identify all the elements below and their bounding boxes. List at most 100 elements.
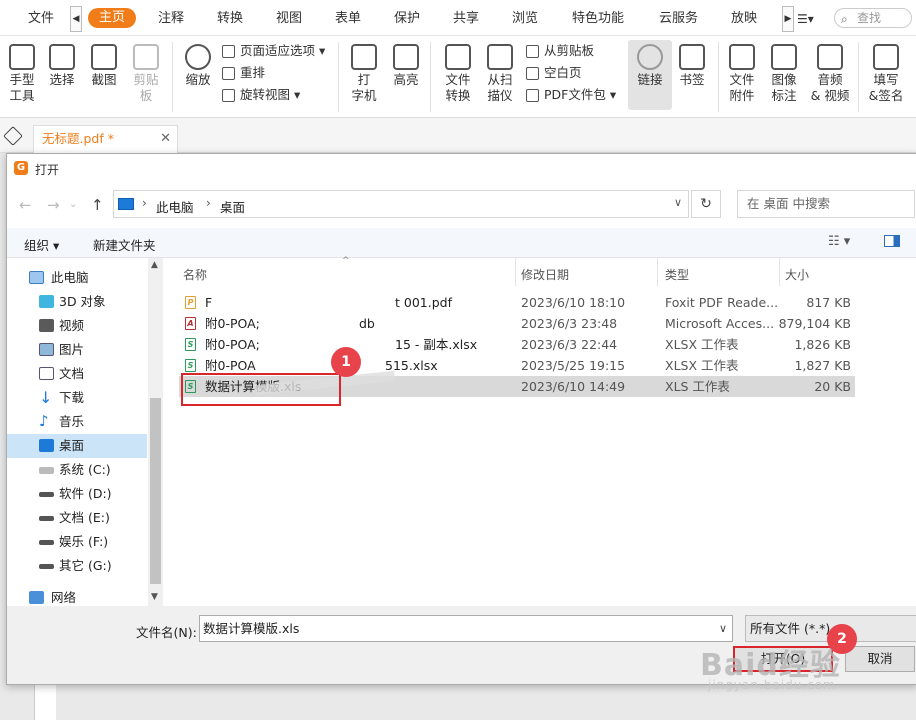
file-attach-button[interactable]: 文件 附件: [720, 44, 764, 104]
scroll-down-icon[interactable]: ▼: [151, 592, 158, 602]
edit-icon[interactable]: [3, 126, 23, 146]
breadcrumb-desktop[interactable]: 桌面: [220, 197, 245, 216]
tab-convert[interactable]: 转换: [217, 9, 243, 29]
scanner-icon: [487, 44, 513, 70]
tab-annotate[interactable]: 注释: [158, 9, 184, 29]
recent-dropdown-icon[interactable]: ⌄: [69, 199, 77, 210]
chevron-right-icon[interactable]: ›: [142, 196, 147, 210]
column-header-size[interactable]: 大小: [785, 266, 809, 283]
file-date: 2023/5/25 19:15: [521, 358, 626, 373]
computer-icon: [118, 198, 134, 210]
tab-cloud[interactable]: 云服务: [659, 9, 698, 29]
tree-item-drive-f[interactable]: 娱乐 (F:): [7, 530, 147, 554]
tab-file[interactable]: 文件: [28, 9, 54, 29]
tree-item-drive-c[interactable]: 系统 (C:): [7, 458, 147, 482]
navigation-tree: 此电脑 3D 对象 视频 图片 文档 ↓ 下载 ♪ 音乐 桌面 系统 (C:) 软件…: [7, 258, 163, 606]
breadcrumb-this-pc[interactable]: 此电脑: [156, 197, 194, 216]
tabs-scroll-right-button[interactable]: ▶: [782, 6, 794, 32]
tab-features[interactable]: 特色功能: [572, 9, 624, 29]
tab-slideshow[interactable]: 放映: [731, 9, 757, 29]
tree-item-desktop[interactable]: 桌面: [7, 434, 147, 458]
column-divider[interactable]: [515, 258, 516, 286]
column-header-name[interactable]: 名称: [183, 266, 207, 283]
highlight-button[interactable]: 高亮: [384, 44, 428, 88]
file-type: XLSX 工作表: [665, 358, 739, 373]
dialog-search-input[interactable]: 在 桌面 中搜索: [737, 190, 915, 218]
file-type: Microsoft Acces...: [665, 316, 775, 331]
tree-scrollbar[interactable]: ▲ ▼: [148, 258, 163, 606]
media-icon: [817, 44, 843, 70]
tree-item-music[interactable]: ♪ 音乐: [7, 410, 147, 434]
fill-sign-button[interactable]: 填写 &签名: [862, 44, 910, 104]
reflow-button[interactable]: 重排: [220, 64, 265, 82]
refresh-button[interactable]: ↻: [691, 190, 721, 218]
tree-item-videos[interactable]: 视频: [7, 314, 147, 338]
column-divider[interactable]: [657, 258, 658, 286]
scrollbar-thumb[interactable]: [150, 398, 161, 584]
filename-input[interactable]: 数据计算模版.xls ∨: [199, 615, 733, 642]
chevron-right-icon[interactable]: ›: [206, 196, 211, 210]
tab-view[interactable]: 视图: [276, 9, 302, 29]
annotation-step-marker: 1: [331, 347, 361, 377]
back-arrow-icon[interactable]: ←: [19, 196, 32, 214]
hand-tool-button[interactable]: 手型 工具: [0, 44, 44, 104]
dialog-toolbar: 组织 ▾ 新建文件夹 ☷ ▾: [7, 228, 916, 258]
column-header-type[interactable]: 类型: [665, 266, 689, 283]
tree-item-drive-g[interactable]: 其它 (G:): [7, 554, 147, 578]
rotate-view-button[interactable]: 旋转视图 ▾: [220, 86, 300, 104]
search-options-icon[interactable]: ☰▾: [797, 9, 814, 29]
music-icon: ♪: [39, 412, 49, 430]
preview-pane-icon[interactable]: [884, 235, 900, 247]
organize-button[interactable]: 组织 ▾: [24, 235, 59, 254]
tab-share[interactable]: 共享: [453, 9, 479, 29]
image-annotation-button[interactable]: 图像 标注: [762, 44, 806, 104]
document-tab[interactable]: 无标题.pdf * ✕: [33, 125, 178, 153]
tab-protect[interactable]: 保护: [394, 9, 420, 29]
file-row[interactable]: S 附0-POA; 15 - 副本.xlsx 2023/6/3 22:44 XL…: [179, 334, 855, 355]
blank-page-button[interactable]: 空白页: [524, 64, 582, 82]
tree-item-pictures[interactable]: 图片: [7, 338, 147, 362]
menu-search-input[interactable]: ⌕ 查找: [834, 8, 912, 28]
link-button[interactable]: 链接: [628, 40, 672, 110]
tab-form[interactable]: 表单: [335, 9, 361, 29]
tree-item-drive-e[interactable]: 文档 (E:): [7, 506, 147, 530]
package-icon: [526, 89, 539, 102]
fit-page-button[interactable]: 页面适应选项 ▾: [220, 42, 325, 60]
column-header-date[interactable]: 修改日期: [521, 266, 569, 283]
close-icon[interactable]: ✕: [160, 126, 171, 152]
dialog-title: 打开: [35, 163, 60, 177]
tree-item-3d-objects[interactable]: 3D 对象: [7, 290, 147, 314]
zoom-button[interactable]: 缩放: [176, 44, 220, 88]
view-options-icon[interactable]: ☷ ▾: [828, 234, 850, 249]
up-arrow-icon[interactable]: ↑: [91, 196, 104, 214]
tabs-scroll-left-button[interactable]: ◀: [70, 6, 82, 32]
address-bar[interactable]: › 此电脑 › 桌面 ∨: [113, 190, 689, 218]
select-button[interactable]: 选择: [40, 44, 84, 88]
file-convert-button[interactable]: 文件 转换: [436, 44, 480, 104]
bookmark-button[interactable]: 书签: [670, 44, 714, 88]
tree-item-documents[interactable]: 文档: [7, 362, 147, 386]
file-row[interactable]: P F t 001.pdf 2023/6/10 18:10 Foxit PDF …: [179, 292, 855, 313]
chevron-down-icon[interactable]: ∨: [719, 616, 727, 641]
tab-browse[interactable]: 浏览: [512, 9, 538, 29]
tab-home[interactable]: 主页: [88, 8, 137, 28]
clipboard-button[interactable]: 剪贴 板: [124, 44, 168, 104]
audio-video-button[interactable]: 音频 & 视频: [806, 44, 854, 104]
tree-item-this-pc[interactable]: 此电脑: [7, 266, 147, 290]
new-folder-button[interactable]: 新建文件夹: [93, 235, 156, 254]
dialog-title-bar: G 打开: [7, 154, 916, 182]
chevron-down-icon[interactable]: ∨: [674, 196, 682, 209]
file-row[interactable]: A 附0-POA; db 2023/6/3 23:48 Microsoft Ac…: [179, 313, 855, 334]
tree-item-downloads[interactable]: ↓ 下载: [7, 386, 147, 410]
from-scanner-button[interactable]: 从扫 描仪: [478, 44, 522, 104]
forward-arrow-icon[interactable]: →: [47, 196, 60, 214]
pdf-package-button[interactable]: PDF文件包 ▾: [524, 86, 616, 104]
scroll-up-icon[interactable]: ▲: [151, 260, 158, 270]
tree-item-drive-d[interactable]: 软件 (D:): [7, 482, 147, 506]
typewriter-button[interactable]: 打 字机: [342, 44, 386, 104]
screenshot-button[interactable]: 截图: [82, 44, 126, 88]
from-clipboard-button[interactable]: 从剪贴板: [524, 42, 594, 60]
tree-item-network[interactable]: 网络: [7, 586, 147, 610]
column-divider[interactable]: [779, 258, 780, 286]
pdf-file-icon: P: [185, 296, 196, 309]
